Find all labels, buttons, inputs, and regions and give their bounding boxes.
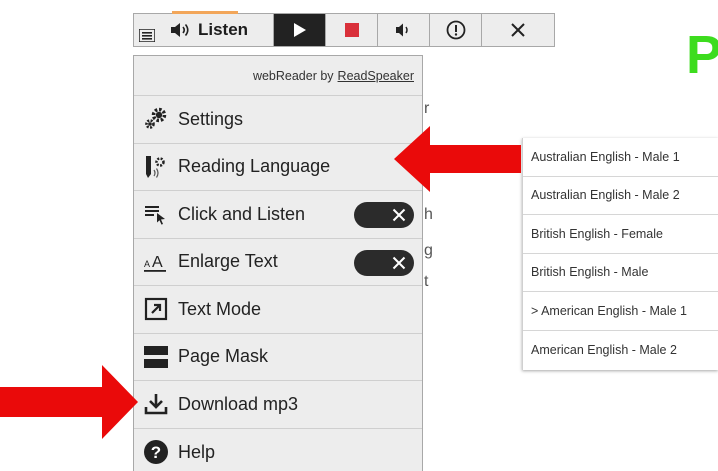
close-button[interactable] (482, 14, 554, 46)
play-button[interactable] (274, 14, 326, 46)
enlarge-text-toggle[interactable] (354, 249, 414, 276)
info-icon (446, 20, 465, 40)
toggle-x-icon (392, 256, 406, 269)
readspeaker-link[interactable]: ReadSpeaker (338, 69, 414, 83)
menu-button[interactable] (134, 14, 160, 46)
menu-item-click-and-listen[interactable]: Click and Listen (134, 191, 422, 239)
language-option[interactable]: Australian English - Male 2 (523, 177, 718, 215)
svg-text:A: A (144, 259, 150, 269)
red-arrow-right (0, 365, 138, 439)
reading-language-icon (142, 153, 170, 181)
green-heading-fragment: P (686, 26, 718, 84)
language-option[interactable]: Australian English - Male 1 (523, 138, 718, 177)
svg-text:A: A (152, 254, 163, 271)
language-option[interactable]: American English - Male 2 (523, 331, 718, 370)
listen-label: Listen (198, 20, 249, 39)
credit-prefix: webReader by (252, 68, 334, 83)
reading-language-list: Australian English - Male 1 Australian E… (522, 138, 718, 370)
language-option[interactable]: British English - Female (523, 215, 718, 254)
menu-item-label: Settings (178, 108, 244, 129)
menu-item-label: Page Mask (178, 346, 269, 367)
text-mode-icon (142, 295, 170, 323)
menu-item-enlarge-text[interactable]: A A Enlarge Text (134, 239, 422, 286)
language-option-selected[interactable]: > American English - Male 1 (523, 292, 718, 331)
page-text-fragment: r (424, 100, 430, 117)
menu-item-settings[interactable]: Settings (134, 96, 422, 144)
menu-item-reading-language[interactable]: Reading Language (134, 144, 422, 191)
page-text-fragment: t (424, 273, 429, 290)
menu-icon (139, 29, 155, 42)
readspeaker-menu: webReader by ReadSpeaker Settings Readin… (133, 55, 423, 471)
menu-item-page-mask[interactable]: Page Mask (134, 334, 422, 381)
menu-item-label: Click and Listen (178, 203, 306, 224)
page-text-fragment: g (424, 242, 433, 259)
volume-button[interactable] (378, 14, 430, 46)
menu-item-label: Reading Language (178, 156, 331, 177)
menu-item-label: Enlarge Text (178, 251, 278, 272)
settings-gears-icon (142, 105, 170, 133)
click-listen-icon (142, 200, 170, 228)
menu-item-text-mode[interactable]: Text Mode (134, 286, 422, 334)
speaker-icon (171, 23, 189, 37)
menu-item-label: Text Mode (178, 298, 262, 319)
play-icon (293, 23, 306, 37)
menu-item-label: Help (178, 441, 216, 462)
menu-item-help[interactable]: ? Help (134, 429, 422, 471)
click-listen-toggle[interactable] (354, 202, 414, 228)
menu-item-label: Download mp3 (178, 393, 299, 414)
enlarge-text-icon: A A (142, 248, 170, 276)
page-mask-icon (142, 343, 170, 371)
menu-credit: webReader by ReadSpeaker (134, 56, 422, 96)
stop-icon (344, 23, 359, 37)
download-icon (142, 390, 170, 418)
volume-icon (395, 23, 408, 37)
close-icon (511, 23, 525, 37)
listen-button[interactable]: Listen (160, 14, 274, 46)
menu-item-download-mp3[interactable]: Download mp3 (134, 381, 422, 429)
svg-text:?: ? (151, 443, 161, 462)
help-icon: ? (142, 438, 170, 466)
readspeaker-toolbar: Listen (133, 11, 555, 47)
red-arrow-left (394, 126, 521, 192)
info-button[interactable] (430, 14, 482, 46)
toolbar-accent-strip (172, 11, 238, 14)
stop-button[interactable] (326, 14, 378, 46)
language-option[interactable]: British English - Male (523, 254, 718, 292)
page-text-fragment: h (424, 206, 433, 223)
toggle-x-icon (392, 208, 406, 222)
